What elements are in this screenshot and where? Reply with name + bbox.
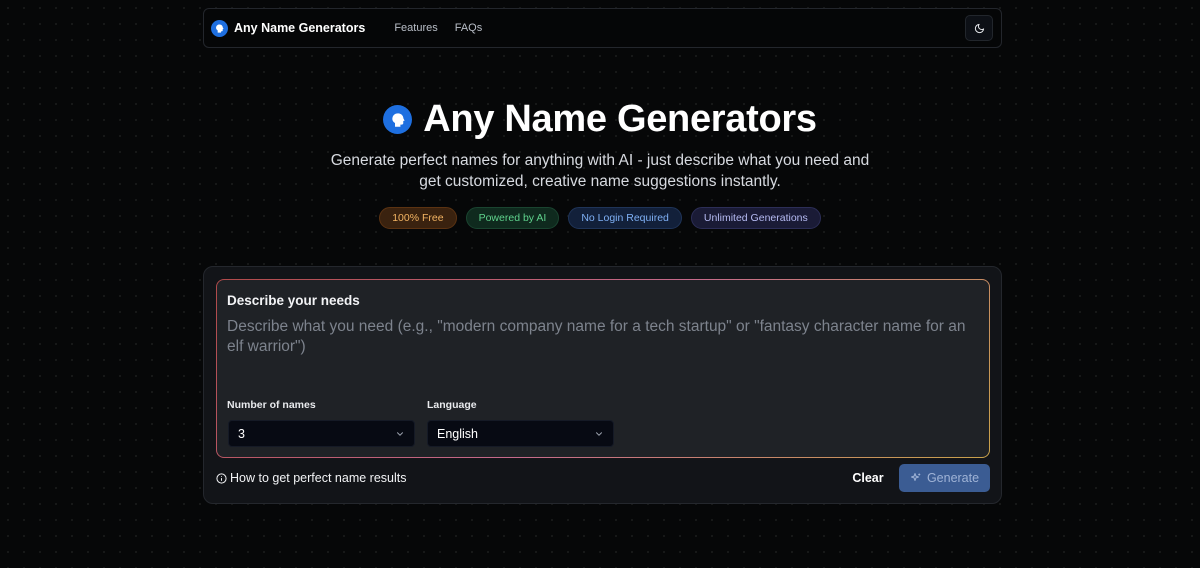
needs-label: Describe your needs bbox=[227, 293, 360, 308]
language-select[interactable]: English bbox=[427, 420, 614, 447]
needs-input-box: Describe your needs Number of names 3 La… bbox=[216, 279, 990, 458]
help-link-text: How to get perfect name results bbox=[230, 471, 407, 485]
badge-no-login: No Login Required bbox=[568, 207, 682, 229]
theme-toggle-button[interactable] bbox=[965, 15, 993, 41]
feature-badges: 100% Free Powered by AI No Login Require… bbox=[0, 207, 1200, 229]
badge-unlimited: Unlimited Generations bbox=[690, 207, 821, 229]
page-title: Any Name Generators bbox=[423, 98, 817, 140]
count-select-value: 3 bbox=[238, 426, 245, 441]
generate-button[interactable]: Generate bbox=[899, 464, 990, 492]
count-label: Number of names bbox=[227, 399, 316, 411]
badge-free: 100% Free bbox=[379, 207, 457, 229]
hero-subtitle-line-1: Generate perfect names for anything with… bbox=[330, 152, 870, 169]
chevron-down-icon bbox=[596, 431, 602, 436]
brand-name[interactable]: Any Name Generators bbox=[234, 21, 365, 35]
generate-button-label: Generate bbox=[926, 471, 980, 485]
hero-title-row: Any Name Generators bbox=[0, 98, 1200, 141]
moon-icon bbox=[974, 23, 984, 33]
badge-powered-by-ai: Powered by AI bbox=[465, 207, 560, 229]
hero-subtitle-line-2: get customized, creative name suggestion… bbox=[419, 173, 781, 190]
needs-textarea[interactable] bbox=[227, 317, 982, 387]
help-link[interactable]: How to get perfect name results bbox=[216, 471, 406, 485]
chevron-down-icon bbox=[397, 431, 403, 436]
count-select[interactable]: 3 bbox=[228, 420, 415, 447]
nav-links: Features FAQs bbox=[377, 22, 482, 34]
nav-link-features[interactable]: Features bbox=[394, 22, 437, 34]
info-icon bbox=[216, 472, 227, 484]
brand-logo-icon[interactable] bbox=[211, 19, 228, 37]
language-select-value: English bbox=[437, 426, 478, 441]
generator-card: Describe your needs Number of names 3 La… bbox=[203, 266, 1002, 504]
hero-subtitle: Generate perfect names for anything with… bbox=[0, 150, 1200, 192]
sparkles-icon bbox=[910, 473, 921, 481]
clear-button[interactable]: Clear bbox=[844, 464, 892, 492]
language-label: Language bbox=[427, 399, 477, 411]
hero-logo-icon bbox=[383, 105, 413, 134]
nav-link-faqs[interactable]: FAQs bbox=[455, 22, 483, 34]
navbar: Any Name Generators Features FAQs bbox=[203, 8, 1002, 48]
